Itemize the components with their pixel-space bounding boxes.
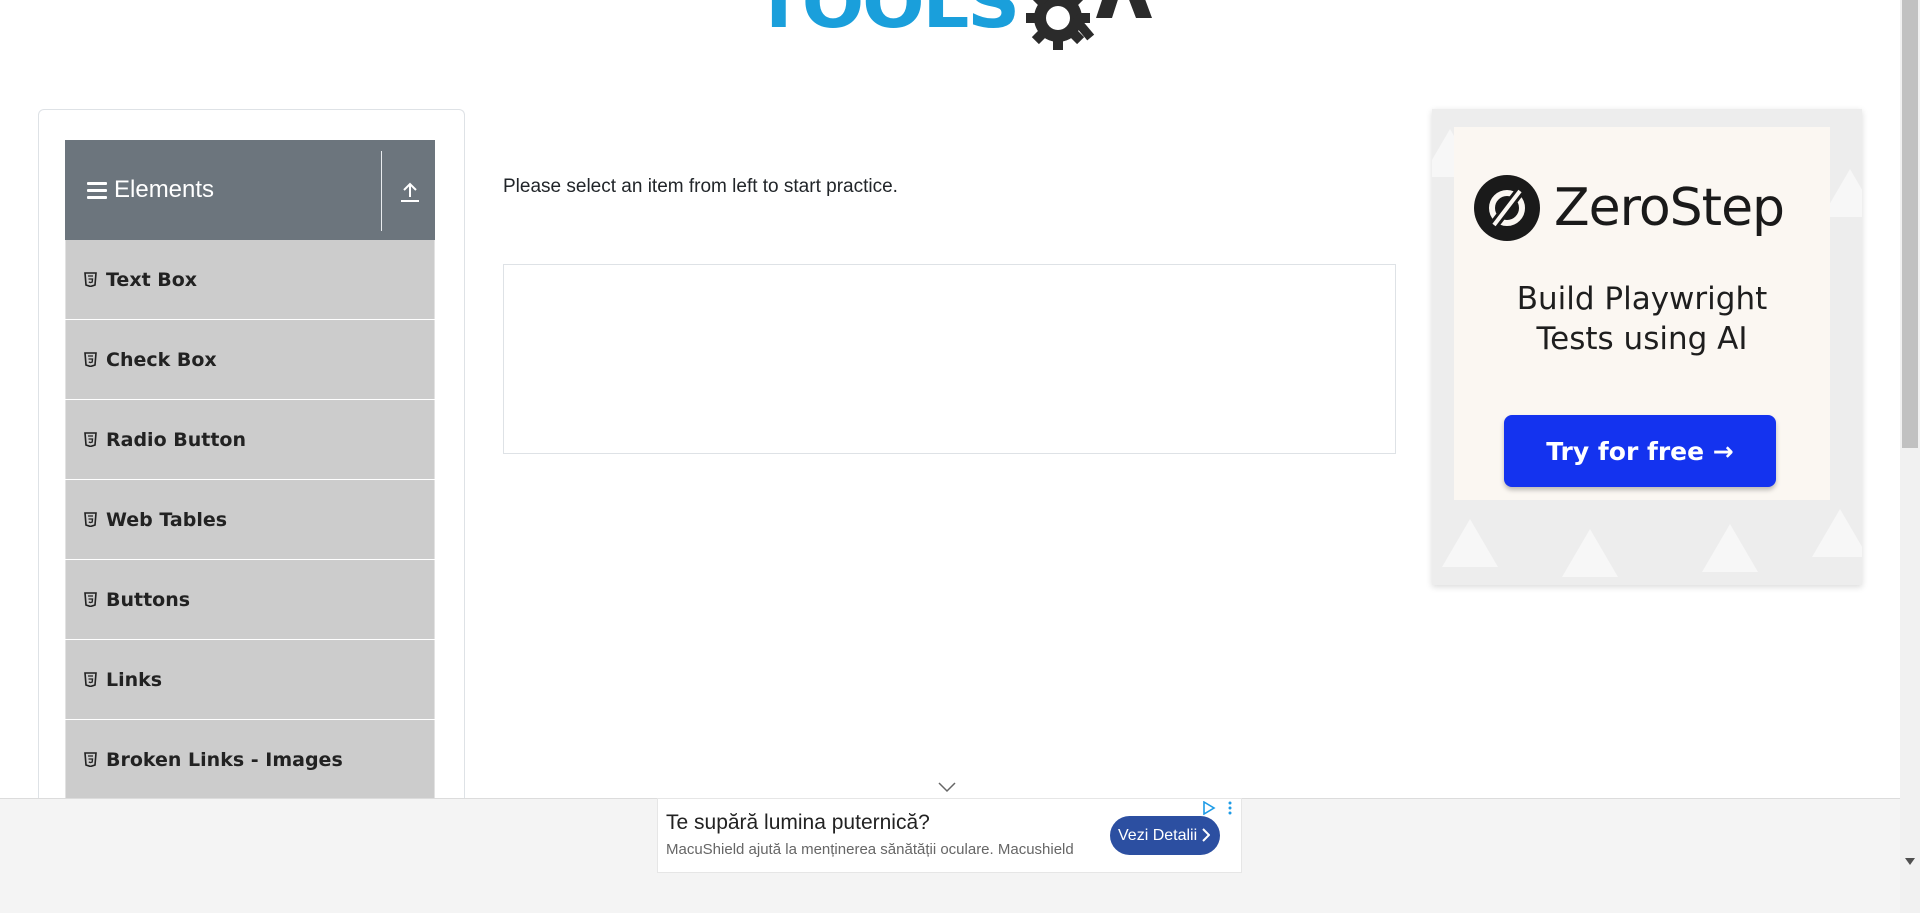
html5-icon <box>84 272 97 287</box>
html5-icon <box>84 512 97 527</box>
sidebar-item-label: Radio Button <box>106 428 246 451</box>
group-title: Elements <box>114 176 215 203</box>
sidebar-item-label: Web Tables <box>106 508 228 531</box>
zerostep-logo: ZeroStep <box>1474 175 1785 241</box>
chevron-right-icon <box>1202 828 1210 842</box>
bottom-ad[interactable]: Te supără lumina puternică? MacuShield a… <box>657 798 1242 873</box>
sidebar-item-web-tables[interactable]: Web Tables <box>65 480 435 559</box>
ad-headline-line2: Tests using AI <box>1536 321 1748 357</box>
html5-icon <box>84 352 97 367</box>
bg-triangle <box>1812 509 1862 557</box>
sidebar-item-links[interactable]: Links <box>65 640 435 719</box>
elements-group-header[interactable]: Elements <box>65 140 435 240</box>
vezi-detalii-button[interactable]: Vezi Detalii <box>1110 816 1220 855</box>
ad-headline: Build Playwright Tests using AI <box>1454 279 1830 359</box>
bottom-ad-title[interactable]: Te supără lumina puternică? <box>666 811 930 835</box>
bg-triangle <box>1442 519 1498 567</box>
html5-icon <box>84 672 97 687</box>
bottom-ad-description: MacuShield ajută la menținerea sănătății… <box>666 841 1074 858</box>
hamburger-icon <box>87 181 107 199</box>
chevron-down-icon[interactable] <box>937 781 957 793</box>
zerostep-brand: ZeroStep <box>1554 178 1785 238</box>
bg-triangle <box>1702 524 1758 572</box>
ad-card: ZeroStep Build Playwright Tests using AI… <box>1454 127 1830 500</box>
html5-icon <box>84 592 97 607</box>
sidebar-item-label: Check Box <box>106 348 217 371</box>
sidebar-item-label: Text Box <box>106 268 198 291</box>
sidebar-item-label: Broken Links - Images <box>106 748 343 771</box>
toolsqa-logo[interactable]: TOOLS <box>754 0 1158 66</box>
sidebar-item-text-box[interactable]: Text Box <box>65 240 435 319</box>
try-for-free-button[interactable]: Try for free → <box>1504 415 1776 487</box>
sidebar-item-radio-button[interactable]: Radio Button <box>65 400 435 479</box>
sidebar-item-label: Buttons <box>106 588 191 611</box>
adchoices-icon[interactable] <box>1202 801 1216 815</box>
scroll-down-arrow-icon[interactable] <box>1905 858 1915 866</box>
upload-arrow-icon[interactable] <box>395 180 425 204</box>
html5-icon <box>84 432 97 447</box>
scrollbar-thumb[interactable] <box>1902 0 1918 448</box>
sidebar-item-check-box[interactable]: Check Box <box>65 320 435 399</box>
logo-tools-text: TOOLS <box>753 0 1020 44</box>
sidebar-item-label: Links <box>106 668 163 691</box>
elements-menu: Text Box Check Box Radio Button Web Tabl… <box>65 240 435 800</box>
practice-instruction: Please select an item from left to start… <box>503 176 898 197</box>
sidebar-item-buttons[interactable]: Buttons <box>65 560 435 639</box>
header-divider <box>381 151 382 231</box>
bg-triangle <box>1562 529 1618 577</box>
page-scrollbar[interactable] <box>1900 0 1920 913</box>
cta-label: Vezi Detalii <box>1118 826 1198 844</box>
ad-headline-line1: Build Playwright <box>1516 281 1768 317</box>
gear-icon <box>1025 0 1152 50</box>
zerostep-ad[interactable]: ZeroStep Build Playwright Tests using AI… <box>1432 109 1862 585</box>
more-options-icon[interactable] <box>1227 801 1233 815</box>
sidebar-item-broken-links-images[interactable]: Broken Links - Images <box>65 720 435 799</box>
zerostep-logo-icon <box>1474 175 1540 241</box>
content-box <box>503 264 1396 454</box>
logo-qa-mark <box>1018 0 1158 64</box>
html5-icon <box>84 752 97 767</box>
